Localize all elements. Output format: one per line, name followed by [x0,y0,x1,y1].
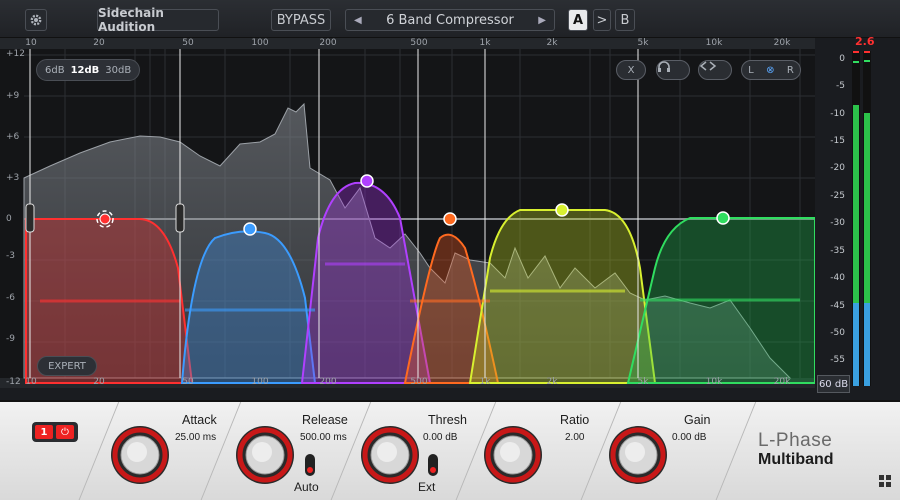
x-tick: 200 [319,377,337,387]
power-icon[interactable]: ⏻ [56,425,74,439]
y-tick: -6 [6,293,15,303]
meter-bars [852,51,871,386]
x-button[interactable]: X [616,60,646,80]
x-tick: 100 [251,377,269,387]
left-channel-label[interactable]: L [748,65,754,76]
expert-button[interactable]: EXPERT [37,356,97,376]
thresh-label: Thresh [428,413,467,427]
sidechain-audition-button[interactable]: Sidechain Audition [97,6,219,34]
release-knob[interactable] [235,425,295,485]
ratio-value[interactable]: 2.00 [565,432,584,443]
frequency-graph[interactable]: +12 +9 +6 +3 0 -3 -6 -9 -12 10 20 50 100… [0,38,815,388]
attack-label: Attack [182,413,217,427]
stereo-link-icon[interactable]: ⊗ [766,65,774,76]
prev-preset-icon[interactable]: ◀ [354,15,362,26]
setup-a-button[interactable]: A [568,9,588,31]
toolbar: Sidechain Audition BYPASS ◀ 6 Band Compr… [0,0,900,38]
preset-selector[interactable]: ◀ 6 Band Compressor ▶ [345,9,555,31]
auto-release-toggle[interactable] [305,454,315,476]
ext-label: Ext [418,480,436,494]
gain-value[interactable]: 0.00 dB [672,432,706,443]
x-tick: 100 [251,38,269,48]
lr-link-selector[interactable]: L ⊗ R [741,60,801,80]
x-tick: 1k [479,377,491,387]
y-tick: +12 [6,49,25,59]
band-power-toggle[interactable]: 1 ⏻ [32,422,78,442]
ratio-label: Ratio [560,413,590,427]
y-tick: +9 [6,91,20,101]
x-tick: 20k [773,38,791,48]
y-tick: -3 [6,251,15,261]
right-channel-label[interactable]: R [787,65,794,76]
x-tick: 10k [705,377,723,387]
x-tick: 200 [319,38,337,48]
y-tick: -9 [6,334,15,344]
x-tick: 2k [546,38,558,48]
x-tick: 500 [410,377,428,387]
setup-b-button[interactable]: B [615,9,635,31]
attack-value[interactable]: 25.00 ms [175,432,216,443]
release-value[interactable]: 500.00 ms [300,432,347,443]
brand-title: L-Phase [758,430,833,451]
y-tick: +3 [6,173,20,183]
band-number: 1 [35,425,53,439]
x-tick: 50 [182,38,194,48]
external-sidechain-toggle[interactable] [428,454,438,476]
x-tick: 5k [637,377,649,387]
x-tick: 2k [546,377,558,387]
release-label: Release [302,413,348,427]
gain-label: Gain [684,413,711,427]
x-tick: 5k [637,38,649,48]
x-tick: 20k [773,377,791,387]
y-tick: +6 [6,132,20,142]
gear-icon[interactable] [25,9,47,31]
x-tick: 500 [410,38,428,48]
y-tick: 0 [6,214,12,224]
slope-30db[interactable]: 30dB [105,65,131,76]
thresh-knob[interactable] [360,425,420,485]
x-tick: 20 [93,377,105,387]
resize-grip-icon[interactable] [879,475,891,487]
preset-name[interactable]: 6 Band Compressor [386,13,514,28]
meter-range-button[interactable]: 60 dB [817,375,850,393]
ratio-knob[interactable] [483,425,543,485]
x-tick: 20 [93,38,105,48]
headphones-icon[interactable] [656,60,690,80]
slope-selector[interactable]: 6dB 12dB 30dB [36,59,141,81]
band-display[interactable] [0,38,815,388]
slope-12db[interactable]: 12dB [71,65,100,76]
copy-a-to-b-button[interactable]: > [593,9,611,31]
link-icon[interactable] [698,60,732,80]
brand-subtitle: Multiband [758,451,834,468]
x-tick: 10 [25,377,37,387]
x-tick: 50 [182,377,194,387]
bypass-button[interactable]: BYPASS [271,9,331,31]
attack-knob[interactable] [110,425,170,485]
y-tick: -12 [6,377,21,387]
x-tick: 10k [705,38,723,48]
slope-6db[interactable]: 6dB [45,65,65,76]
next-preset-icon[interactable]: ▶ [538,15,546,26]
x-tick: 10 [25,38,37,48]
auto-label: Auto [294,480,319,494]
thresh-value[interactable]: 0.00 dB [423,432,457,443]
band-controls: 1 ⏻ Attack 25.00 ms Release 500.00 ms Au… [0,400,900,500]
x-tick: 1k [479,38,491,48]
output-meter: 2.6 0 -5 -10 -15 -20 -25 -30 -35 -40 -45… [815,35,900,400]
gain-knob[interactable] [608,425,668,485]
